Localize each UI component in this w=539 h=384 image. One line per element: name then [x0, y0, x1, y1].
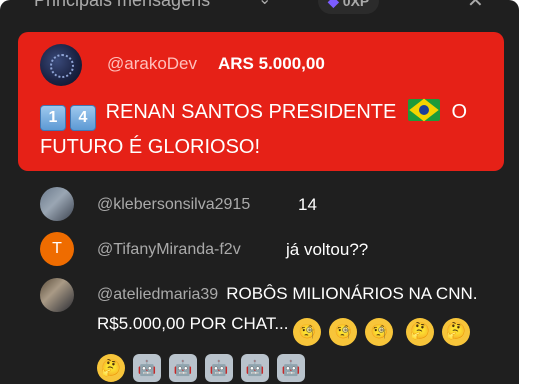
- thinking-emoji-icon: 🤔: [405, 317, 434, 346]
- robot-emoji-icon: 🤖: [133, 354, 161, 382]
- xp-badge[interactable]: ◆ 0XP: [318, 0, 380, 14]
- robot-emoji-icon: 🤖: [205, 354, 233, 382]
- super-chat-text-part1: RENAN SANTOS PRESIDENTE: [105, 101, 397, 123]
- avatar[interactable]: [40, 187, 74, 221]
- keycap-one-emoji: 1: [40, 105, 66, 131]
- page-margin: [519, 0, 539, 384]
- message-author[interactable]: @klebersonsilva2915: [97, 196, 250, 214]
- gem-icon: ◆: [328, 0, 339, 9]
- super-chat-author[interactable]: @arakoDev: [107, 54, 197, 74]
- super-chat-amount: ARS 5.000,00: [218, 54, 325, 73]
- monocle-emoji-icon: 🧐: [293, 317, 322, 346]
- message-text: 14: [298, 195, 317, 214]
- message-body: @ateliedmaria39 ROBÔS MILIONÁRIOS NA CNN.…: [97, 279, 487, 382]
- robot-emoji-icon: 🤖: [169, 354, 197, 382]
- chat-message: T @TifanyMiranda-f2v já voltou??: [0, 232, 519, 272]
- chat-message: @klebersonsilva2915 14: [0, 187, 519, 227]
- chat-message: @ateliedmaria39 ROBÔS MILIONÁRIOS NA CNN.…: [0, 278, 519, 382]
- avatar[interactable]: T: [40, 232, 74, 266]
- monocle-emoji-icon: 🧐: [329, 317, 358, 346]
- message-author[interactable]: @TifanyMiranda-f2v: [97, 241, 241, 259]
- brazil-flag-icon: [407, 98, 440, 122]
- robot-emoji-icon: 🤖: [241, 354, 269, 382]
- thinking-emoji-icon: 🤔: [441, 317, 470, 346]
- xp-label: 0XP: [342, 0, 370, 9]
- message-author[interactable]: @ateliedmaria39: [97, 286, 218, 303]
- super-chat-card[interactable]: @arakoDev ARS 5.000,00 14 RENAN SANTOS P…: [18, 32, 504, 171]
- avatar[interactable]: [40, 44, 82, 86]
- avatar-initial: T: [52, 240, 62, 257]
- close-icon[interactable]: ✕: [467, 0, 484, 13]
- super-chat-message: 14 RENAN SANTOS PRESIDENTE O FUTURO É GL…: [40, 96, 500, 163]
- avatar[interactable]: [40, 278, 74, 312]
- monocle-emoji-icon: 🧐: [365, 317, 394, 346]
- chevron-down-icon[interactable]: ⌄: [258, 0, 271, 9]
- message-text: já voltou??: [286, 240, 369, 259]
- live-chat-panel: Principais mensagens ⌄ ◆ 0XP ✕ @arakoDev…: [0, 0, 519, 384]
- thinking-emoji-icon: 🤔: [97, 354, 125, 382]
- chat-mode-label[interactable]: Principais mensagens: [34, 0, 210, 11]
- keycap-four-emoji: 4: [70, 105, 96, 131]
- robot-emoji-icon: 🤖: [277, 354, 305, 382]
